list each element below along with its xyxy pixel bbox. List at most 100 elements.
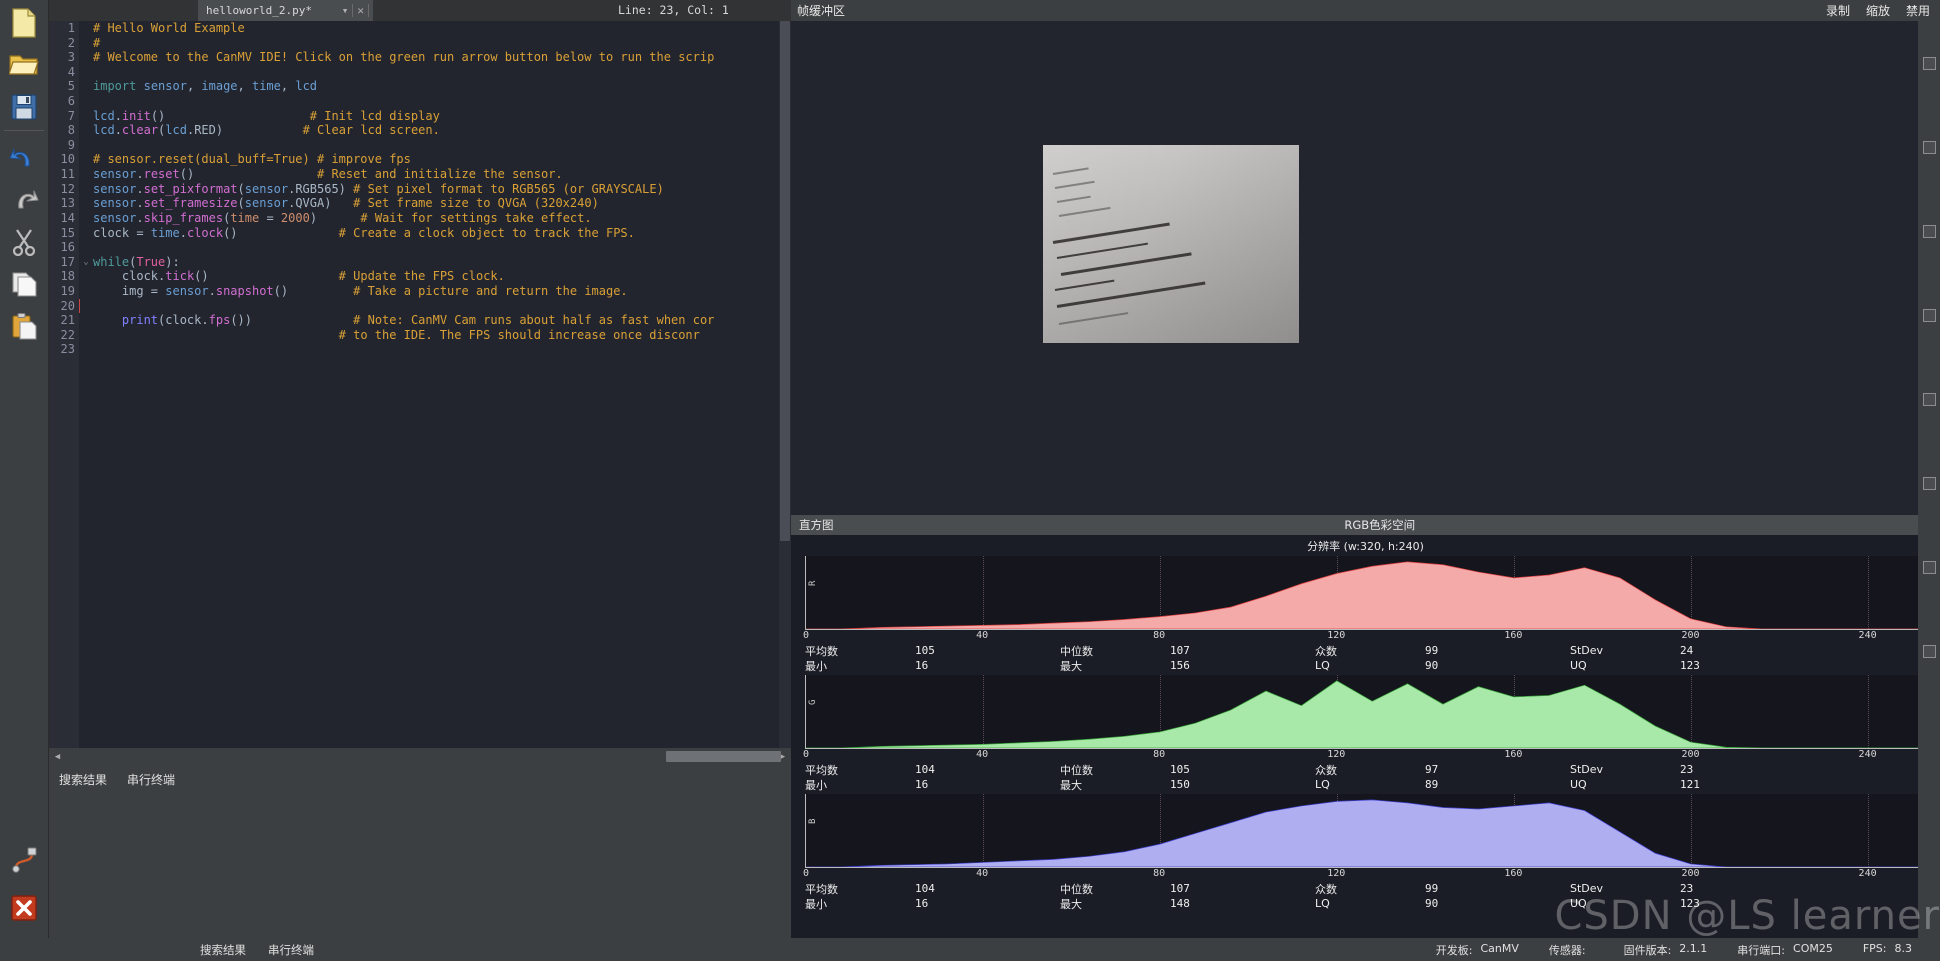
- top-bar: helloworld_2.py* ▾ ✕ Line: 23, Col: 1 帧缓…: [49, 0, 1940, 21]
- line-number: 13: [60, 196, 75, 211]
- rail-item[interactable]: [1918, 637, 1940, 665]
- rail-item[interactable]: [1918, 245, 1940, 273]
- rail-item[interactable]: [1918, 273, 1940, 301]
- rail-checkbox[interactable]: [1922, 224, 1936, 238]
- rail-item[interactable]: [1918, 21, 1940, 49]
- redo-icon[interactable]: [5, 181, 43, 219]
- rail-checkbox[interactable]: [1922, 392, 1936, 406]
- code-fold-column[interactable]: ⌄: [79, 21, 93, 748]
- code-line[interactable]: img = sensor.snapshot() # Take a picture…: [93, 284, 779, 299]
- line-col-indicator: Line: 23, Col: 1: [618, 3, 729, 17]
- rail-item[interactable]: [1918, 301, 1940, 329]
- code-line[interactable]: sensor.reset() # Reset and initialize th…: [93, 167, 779, 182]
- stat-value: 90: [1425, 659, 1439, 672]
- fold-toggle-icon[interactable]: ⌄: [79, 255, 93, 270]
- new-file-icon[interactable]: [5, 4, 43, 42]
- code-line[interactable]: [93, 65, 779, 80]
- code-line[interactable]: # Welcome to the CanMV IDE! Click on the…: [93, 50, 779, 65]
- editor-vertical-scrollbar[interactable]: [779, 21, 791, 748]
- axis-tick-label: 0: [803, 749, 810, 760]
- rail-item[interactable]: [1918, 441, 1940, 469]
- rail-item[interactable]: [1918, 217, 1940, 245]
- hscroll-track[interactable]: [66, 751, 781, 762]
- editor-vscroll-thumb[interactable]: [780, 21, 790, 541]
- copy-icon[interactable]: [5, 265, 43, 303]
- stat-label: 最小: [805, 897, 827, 911]
- rail-item[interactable]: [1918, 357, 1940, 385]
- rail-item[interactable]: [1918, 581, 1940, 609]
- hscroll-thumb[interactable]: [666, 751, 781, 762]
- code-line[interactable]: [93, 240, 779, 255]
- editor-horizontal-scrollbar[interactable]: ◀ ▶: [49, 748, 791, 765]
- code-line[interactable]: [93, 342, 779, 357]
- rail-item[interactable]: [1918, 497, 1940, 525]
- rail-item[interactable]: [1918, 133, 1940, 161]
- rail-item[interactable]: [1918, 329, 1940, 357]
- stat-value: 99: [1425, 882, 1439, 895]
- code-line[interactable]: lcd.init() # Init lcd display: [93, 109, 779, 124]
- rail-item[interactable]: [1918, 525, 1940, 553]
- text-cursor: [79, 298, 80, 314]
- fb-action-record[interactable]: 录制: [1826, 2, 1850, 19]
- stop-script-icon[interactable]: [5, 889, 43, 927]
- channel-axis-label: B: [808, 818, 818, 824]
- rail-checkbox[interactable]: [1922, 560, 1936, 574]
- save-icon[interactable]: [5, 88, 43, 126]
- close-icon[interactable]: ✕: [353, 4, 368, 17]
- rail-checkbox[interactable]: [1922, 56, 1936, 70]
- code-text-area[interactable]: # Hello World Example # # Welcome to the C…: [93, 21, 779, 734]
- paste-icon[interactable]: [5, 307, 43, 345]
- rail-item[interactable]: [1918, 469, 1940, 497]
- undo-icon[interactable]: [5, 139, 43, 177]
- chevron-down-icon[interactable]: ▾: [338, 4, 353, 17]
- rail-item[interactable]: [1918, 161, 1940, 189]
- code-line[interactable]: sensor.set_framesize(sensor.QVGA) # Set …: [93, 196, 779, 211]
- open-folder-icon[interactable]: [5, 46, 43, 84]
- code-line[interactable]: # Hello World Example: [93, 21, 779, 36]
- code-line[interactable]: sensor.set_pixformat(sensor.RGB565) # Se…: [93, 182, 779, 197]
- rail-item[interactable]: [1918, 413, 1940, 441]
- rail-item[interactable]: [1918, 385, 1940, 413]
- code-line[interactable]: clock = time.clock() # Create a clock ob…: [93, 226, 779, 241]
- framebuffer-pane: [791, 21, 1940, 515]
- rail-checkbox[interactable]: [1922, 644, 1936, 658]
- histogram-channel-block: R 0 40 80 120 160 200 240 平均数 105 中位数 107 众数 99 StDev 2…: [791, 556, 1940, 673]
- rail-item[interactable]: [1918, 665, 1940, 693]
- histogram-plot-B: B: [805, 794, 1934, 868]
- status-tab-search-results[interactable]: 搜索结果: [200, 942, 246, 958]
- tab-serial-terminal[interactable]: 串行终端: [127, 771, 175, 788]
- rail-item[interactable]: [1918, 105, 1940, 133]
- code-editor-pane[interactable]: 1 2 3 4 5 6 7 8 9 10 11 12 13 14 15 16 17 18 19 20 21 22 23 ⌄ …: [49, 21, 791, 748]
- rail-item[interactable]: [1918, 553, 1940, 581]
- code-line[interactable]: # sensor.reset(dual_buff=True) # improve…: [93, 152, 779, 167]
- scroll-left-icon[interactable]: ◀: [49, 748, 66, 765]
- code-line[interactable]: import sensor, image, time, lcd: [93, 79, 779, 94]
- rail-checkbox[interactable]: [1922, 308, 1936, 322]
- fb-action-zoom[interactable]: 缩放: [1866, 2, 1890, 19]
- status-tab-serial-terminal[interactable]: 串行终端: [268, 942, 314, 958]
- code-line[interactable]: clock.tick() # Update the FPS clock.: [93, 269, 779, 284]
- code-line[interactable]: # to the IDE. The FPS should increase on…: [93, 328, 779, 343]
- code-line[interactable]: sensor.skip_frames(time = 2000) # Wait f…: [93, 211, 779, 226]
- code-line[interactable]: while(True):: [93, 255, 779, 270]
- rail-item[interactable]: [1918, 49, 1940, 77]
- framebuffer-title: 帧缓冲区: [797, 4, 846, 18]
- rail-item[interactable]: [1918, 189, 1940, 217]
- connect-usb-icon[interactable]: [5, 841, 43, 879]
- code-line[interactable]: lcd.clear(lcd.RED) # Clear lcd screen.: [93, 123, 779, 138]
- fb-action-disable[interactable]: 禁用: [1906, 2, 1930, 19]
- rail-item[interactable]: [1918, 609, 1940, 637]
- code-line[interactable]: print(clock.fps()) # Note: CanMV Cam run…: [93, 313, 779, 328]
- code-line[interactable]: [93, 299, 779, 314]
- code-line[interactable]: [93, 138, 779, 153]
- histogram-area-path: [806, 556, 1934, 629]
- code-line[interactable]: [93, 94, 779, 109]
- rail-checkbox[interactable]: [1922, 140, 1936, 154]
- rail-checkbox[interactable]: [1922, 476, 1936, 490]
- line-number: 17: [60, 254, 75, 269]
- rail-item[interactable]: [1918, 77, 1940, 105]
- code-line[interactable]: #: [93, 36, 779, 51]
- cut-icon[interactable]: [5, 223, 43, 261]
- editor-file-tab[interactable]: helloworld_2.py* ▾ ✕: [198, 0, 373, 21]
- tab-search-results[interactable]: 搜索结果: [59, 771, 107, 788]
